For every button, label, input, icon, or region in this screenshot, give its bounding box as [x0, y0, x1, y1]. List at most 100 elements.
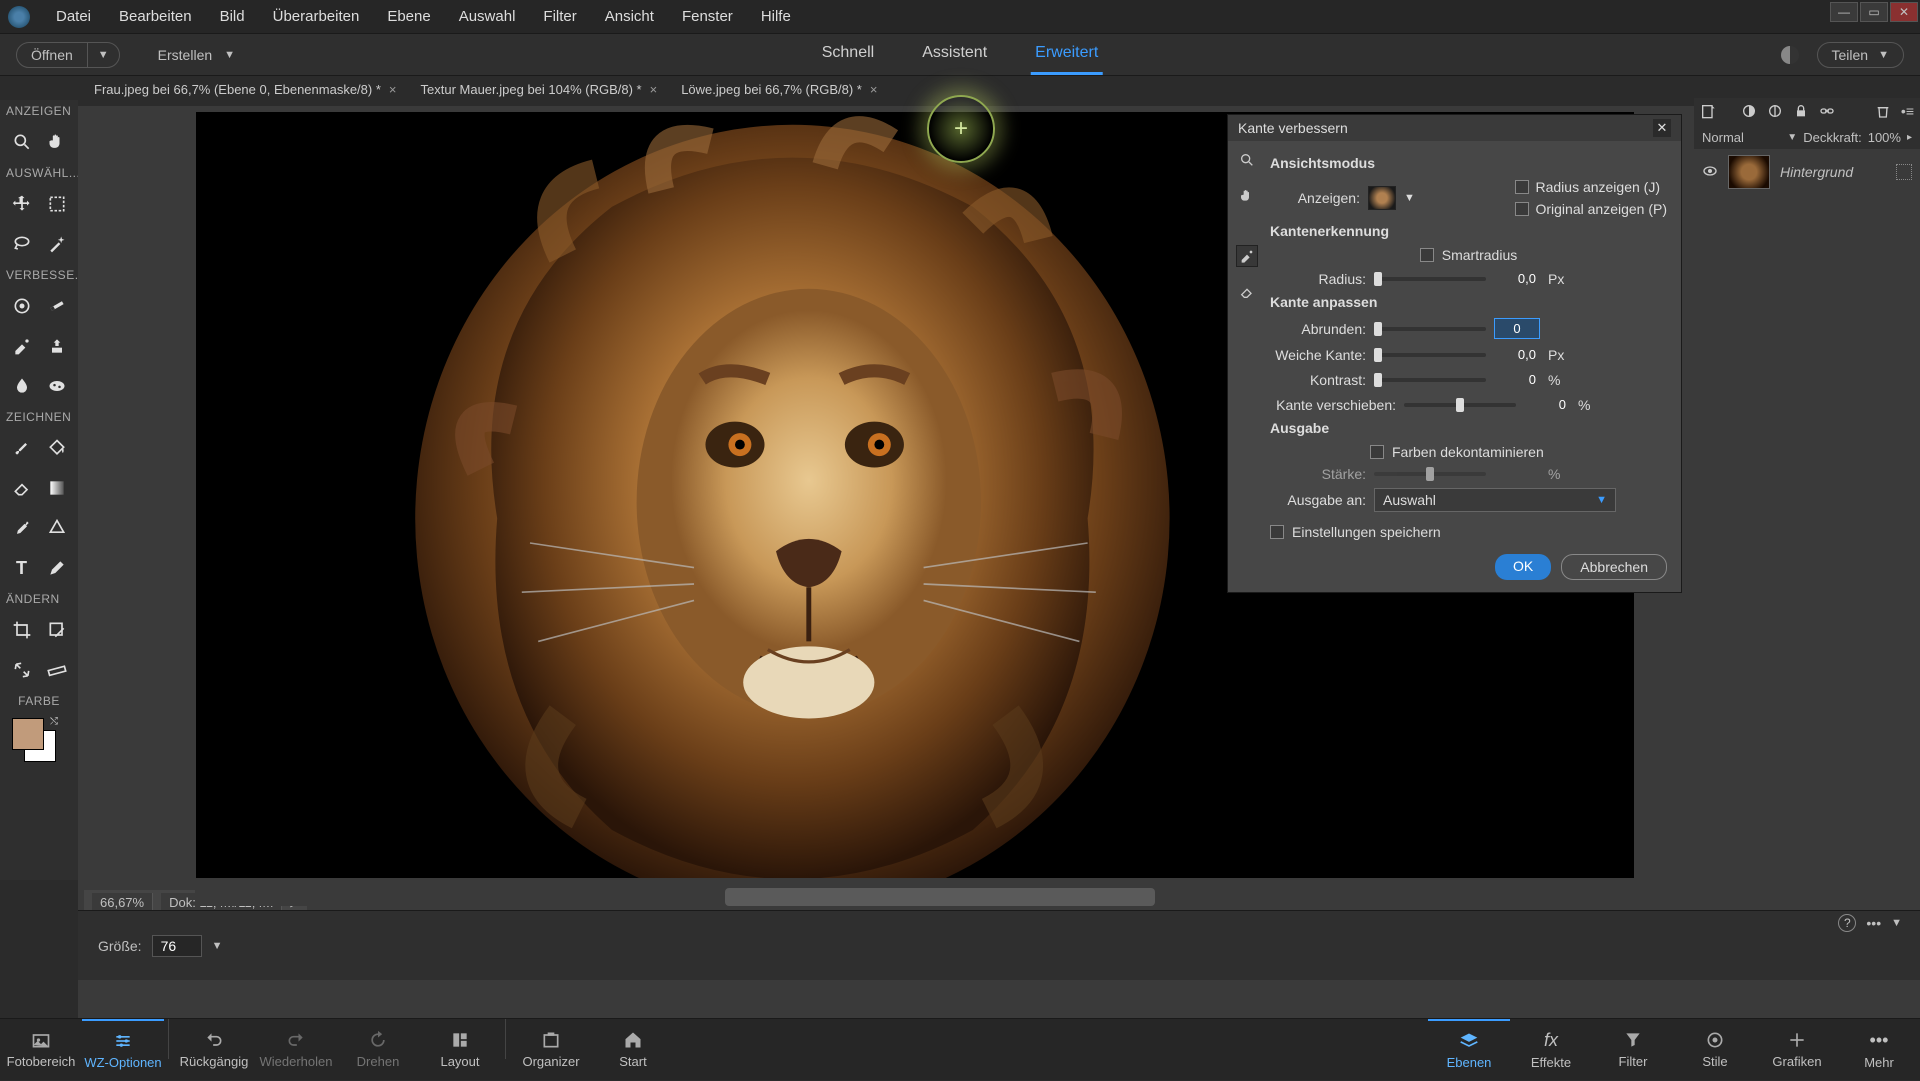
decontaminate-checkbox[interactable]	[1370, 445, 1384, 459]
dialog-erase-brush-icon[interactable]	[1236, 281, 1258, 303]
doc-tab[interactable]: Textur Mauer.jpeg bei 104% (RGB/8) *×	[411, 79, 668, 100]
opacity-value[interactable]: 100%	[1868, 130, 1901, 145]
help-icon[interactable]: ?	[1838, 914, 1856, 932]
close-icon[interactable]: ×	[650, 82, 658, 97]
strength-slider[interactable]	[1374, 472, 1486, 476]
panel-menu-icon[interactable]: •≡	[1901, 103, 1914, 122]
link-layers-icon[interactable]	[1819, 103, 1835, 122]
redeye-tool-icon[interactable]	[8, 292, 36, 320]
text-tool-icon[interactable]: T	[8, 554, 36, 582]
blur-tool-icon[interactable]	[8, 372, 36, 400]
opacity-caret-icon[interactable]: ▸	[1907, 132, 1912, 143]
swap-colors-icon[interactable]: ⤭	[50, 716, 58, 727]
more-options-icon[interactable]: •••	[1866, 915, 1881, 931]
menu-file[interactable]: Datei	[42, 4, 105, 29]
collapse-icon[interactable]: ▼	[1891, 917, 1902, 929]
sponge-tool-icon[interactable]	[43, 372, 71, 400]
menu-view[interactable]: Ansicht	[591, 4, 668, 29]
menu-layer[interactable]: Ebene	[373, 4, 444, 29]
radius-slider[interactable]	[1374, 277, 1486, 281]
dialog-hand-icon[interactable]	[1236, 185, 1258, 207]
trash-icon[interactable]	[1875, 103, 1891, 122]
contrast-value[interactable]: 0	[1494, 370, 1540, 389]
blend-caret-icon[interactable]: ▼	[1787, 132, 1797, 143]
cancel-button[interactable]: Abbrechen	[1561, 554, 1667, 580]
menu-image[interactable]: Bild	[206, 4, 259, 29]
output-to-select[interactable]: Auswahl ▼	[1374, 488, 1616, 512]
layer-row[interactable]: Hintergrund	[1694, 149, 1920, 195]
smart-radius-checkbox[interactable]	[1420, 248, 1434, 262]
recompose-tool-icon[interactable]	[43, 616, 71, 644]
contrast-slider[interactable]	[1374, 378, 1486, 382]
feather-value[interactable]: 0,0	[1494, 345, 1540, 364]
crop-tool-icon[interactable]	[8, 616, 36, 644]
dialog-zoom-icon[interactable]	[1236, 149, 1258, 171]
color-swatch[interactable]: ⤭	[12, 718, 56, 762]
close-icon[interactable]: ×	[389, 82, 397, 97]
dialog-refine-brush-icon[interactable]	[1236, 245, 1258, 267]
blend-mode-select[interactable]: Normal	[1702, 130, 1781, 145]
bucket-tool-icon[interactable]	[43, 434, 71, 462]
eyedropper-tool-icon[interactable]	[8, 514, 36, 542]
nav-wz-optionen[interactable]: WZ-Optionen	[82, 1019, 164, 1081]
menu-window[interactable]: Fenster	[668, 4, 747, 29]
nav-redo[interactable]: Wiederholen	[255, 1019, 337, 1081]
dialog-titlebar[interactable]: Kante verbessern ✕	[1228, 115, 1681, 141]
new-layer-icon[interactable]	[1700, 103, 1716, 122]
window-maximize[interactable]: ▭	[1860, 2, 1888, 22]
menu-edit[interactable]: Bearbeiten	[105, 4, 206, 29]
remember-settings-checkbox[interactable]	[1270, 525, 1284, 539]
show-radius-checkbox[interactable]	[1515, 180, 1529, 194]
size-input[interactable]: 76	[152, 935, 202, 957]
nav-more[interactable]: •••Mehr	[1838, 1019, 1920, 1081]
close-icon[interactable]: ×	[870, 82, 878, 97]
nav-effects[interactable]: fxEffekte	[1510, 1019, 1592, 1081]
size-caret-icon[interactable]: ▼	[212, 940, 223, 952]
share-button[interactable]: Teilen ▼	[1817, 42, 1904, 68]
straighten-tool-icon[interactable]	[43, 656, 71, 684]
scrollbar-thumb[interactable]	[725, 888, 1155, 906]
nav-fotobereich[interactable]: Fotobereich	[0, 1019, 82, 1081]
wand-tool-icon[interactable]	[43, 230, 71, 258]
horizontal-scrollbar[interactable]	[195, 888, 1639, 906]
smooth-slider[interactable]	[1374, 327, 1486, 331]
radius-value[interactable]: 0,0	[1494, 269, 1540, 288]
feather-slider[interactable]	[1374, 353, 1486, 357]
hand-tool-icon[interactable]	[43, 128, 71, 156]
heal-tool-icon[interactable]	[43, 292, 71, 320]
doc-tab[interactable]: Löwe.jpeg bei 66,7% (RGB/8) *×	[671, 79, 887, 100]
eraser-tool-icon[interactable]	[8, 474, 36, 502]
smooth-value[interactable]: 0	[1494, 318, 1540, 339]
window-minimize[interactable]: —	[1830, 2, 1858, 22]
gradient-tool-icon[interactable]	[43, 474, 71, 502]
lock-layer-icon[interactable]	[1793, 103, 1809, 122]
menu-help[interactable]: Hilfe	[747, 4, 805, 29]
nav-home[interactable]: Start	[592, 1019, 674, 1081]
view-caret-icon[interactable]: ▼	[1404, 192, 1415, 204]
marquee-tool-icon[interactable]	[43, 190, 71, 218]
visibility-icon[interactable]	[1702, 163, 1718, 182]
show-original-checkbox[interactable]	[1515, 202, 1529, 216]
menu-enhance[interactable]: Überarbeiten	[259, 4, 374, 29]
move-tool-icon[interactable]	[8, 190, 36, 218]
pencil-tool-icon[interactable]	[43, 554, 71, 582]
zoom-tool-icon[interactable]	[8, 128, 36, 156]
mode-tab-guided[interactable]: Assistent	[918, 34, 991, 75]
nav-layout[interactable]: Layout	[419, 1019, 501, 1081]
theme-toggle-icon[interactable]	[1781, 46, 1799, 64]
nav-styles[interactable]: Stile	[1674, 1019, 1756, 1081]
dialog-close-button[interactable]: ✕	[1653, 119, 1671, 137]
mode-tab-quick[interactable]: Schnell	[818, 34, 878, 75]
mode-tab-expert[interactable]: Erweitert	[1031, 34, 1102, 75]
nav-graphics[interactable]: Grafiken	[1756, 1019, 1838, 1081]
nav-layers[interactable]: Ebenen	[1428, 1019, 1510, 1081]
nav-organizer[interactable]: Organizer	[510, 1019, 592, 1081]
shift-slider[interactable]	[1404, 403, 1516, 407]
nav-rotate[interactable]: Drehen	[337, 1019, 419, 1081]
view-thumbnail[interactable]	[1368, 186, 1396, 210]
lasso-tool-icon[interactable]	[8, 230, 36, 258]
clone-tool-icon[interactable]	[43, 332, 71, 360]
nav-filter[interactable]: Filter	[1592, 1019, 1674, 1081]
open-button[interactable]: Öffnen ▼	[16, 42, 120, 68]
doc-tab[interactable]: Frau.jpeg bei 66,7% (Ebene 0, Ebenenmask…	[84, 79, 407, 100]
